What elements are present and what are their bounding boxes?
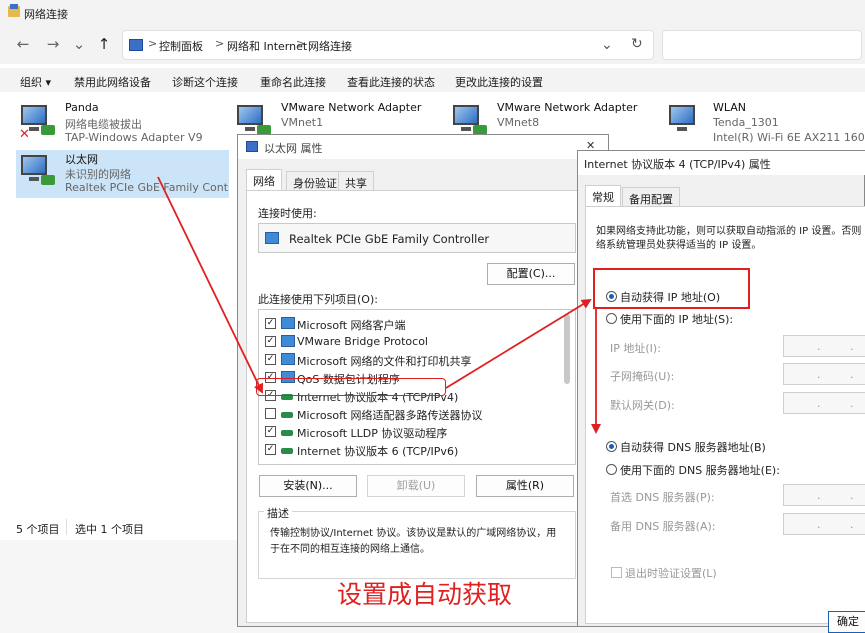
arrow-ethernet-to-ipv4	[157, 176, 264, 394]
arrow-ipv4-to-auto-ip	[445, 298, 592, 389]
annotation-arrows	[157, 176, 601, 434]
annotation-caption: 设置成自动获取	[337, 580, 513, 609]
